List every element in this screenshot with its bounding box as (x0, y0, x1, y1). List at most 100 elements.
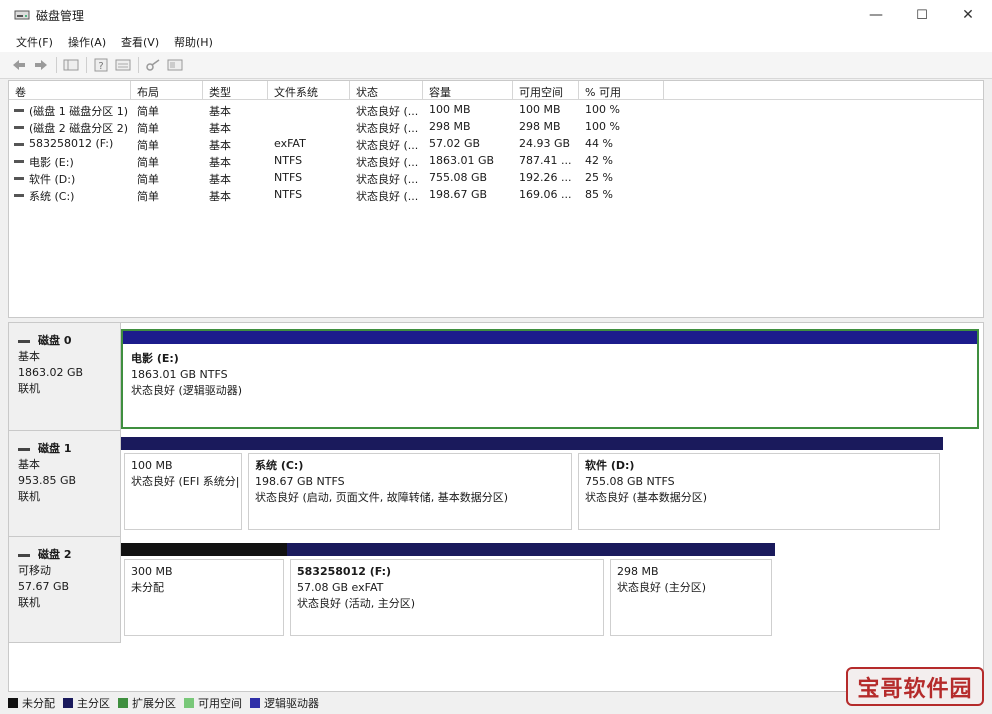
column-header-volume[interactable]: 卷 (9, 81, 131, 100)
table-row[interactable]: 系统 (C:) 简单 基本 NTFS 状态良好 (... 198.67 GB 1… (9, 186, 669, 203)
cell-percent-free: 100 % (585, 103, 620, 116)
partition-size: 298 MB (617, 565, 659, 578)
cell-capacity: 1863.01 GB (429, 154, 495, 167)
disk-0-label[interactable]: 磁盘 0 基本 1863.02 GB 联机 (9, 323, 121, 431)
disk-size: 1863.02 GB (18, 366, 84, 379)
help-icon[interactable]: ? (92, 56, 110, 74)
properties-icon[interactable] (114, 56, 132, 74)
table-row[interactable]: 583258012 (F:) 简单 基本 exFAT 状态良好 (... 57.… (9, 135, 669, 152)
cell-layout: 简单 (137, 190, 159, 203)
toolbar-separator (138, 57, 139, 73)
disk-management-icon (14, 9, 30, 21)
disk-name: 磁盘 2 (38, 548, 72, 561)
disk-size: 57.67 GB (18, 580, 70, 593)
legend-item-free-space: 可用空间 (184, 695, 242, 711)
minimize-button[interactable]: — (853, 0, 899, 30)
toolbar-separator (56, 57, 57, 73)
title-bar: 磁盘管理 — ☐ ✕ (0, 0, 992, 30)
console-tree-icon[interactable] (62, 56, 80, 74)
forward-arrow-icon[interactable] (32, 56, 50, 74)
partition-efi[interactable]: 100 MB 状态良好 (EFI 系统分| (121, 437, 245, 533)
disk-type: 可移动 (18, 564, 51, 577)
volume-icon (14, 109, 24, 112)
column-header-type[interactable]: 类型 (203, 81, 268, 100)
disk-1-label[interactable]: 磁盘 1 基本 953.85 GB 联机 (9, 431, 121, 537)
legend-label: 未分配 (22, 697, 55, 710)
partition-name: 电影 (E:) (131, 352, 179, 365)
disk-status: 联机 (18, 490, 40, 503)
toolbar-separator (86, 57, 87, 73)
menu-help[interactable]: 帮助(H) (174, 34, 213, 50)
column-header-layout[interactable]: 布局 (131, 81, 203, 100)
volume-icon (14, 194, 24, 197)
watermark-logo: 宝哥软件园 (846, 667, 984, 706)
cell-filesystem: NTFS (274, 171, 303, 184)
cell-filesystem: NTFS (274, 188, 303, 201)
maximize-button[interactable]: ☐ (899, 0, 945, 30)
cell-type: 基本 (209, 139, 231, 152)
back-arrow-icon[interactable] (10, 56, 28, 74)
partition-size: 100 MB (131, 459, 173, 472)
table-row[interactable]: 电影 (E:) 简单 基本 NTFS 状态良好 (... 1863.01 GB … (9, 152, 669, 169)
column-header-filesystem[interactable]: 文件系统 (268, 81, 350, 100)
cell-layout: 简单 (137, 173, 159, 186)
column-header-free-space[interactable]: 可用空间 (513, 81, 579, 100)
menu-action[interactable]: 操作(A) (68, 34, 106, 50)
partition-status: 状态良好 (主分区) (617, 581, 707, 594)
disk-map: 磁盘 0 基本 1863.02 GB 联机 电影 (E:) 1863.01 GB… (8, 322, 984, 692)
partition-color-bar (245, 437, 575, 450)
table-row[interactable]: (磁盘 2 磁盘分区 2) 简单 基本 状态良好 (... 298 MB 298… (9, 118, 669, 135)
column-header-capacity[interactable]: 容量 (423, 81, 513, 100)
cell-free-space: 100 MB (519, 103, 561, 116)
partition-color-bar (607, 543, 775, 556)
window-title: 磁盘管理 (36, 9, 85, 23)
legend-label: 主分区 (77, 697, 110, 710)
menu-file[interactable]: 文件(F) (16, 34, 53, 50)
cell-percent-free: 25 % (585, 171, 613, 184)
cell-free-space: 192.26 ... (519, 171, 572, 184)
column-header-status[interactable]: 状态 (350, 81, 423, 100)
partition-d[interactable]: 软件 (D:) 755.08 GB NTFS 状态良好 (基本数据分区) (575, 437, 943, 533)
partition-status: 状态良好 (活动, 主分区) (297, 597, 416, 610)
key-icon[interactable] (144, 56, 162, 74)
cell-capacity: 755.08 GB (429, 171, 488, 184)
partition-status: 状态良好 (EFI 系统分| (131, 475, 240, 488)
legend-label: 扩展分区 (132, 697, 176, 710)
partition-unallocated[interactable]: 300 MB 未分配 (121, 543, 287, 639)
close-button[interactable]: ✕ (945, 0, 991, 30)
partition-color-bar (121, 437, 245, 450)
column-header-percent-free[interactable]: % 可用 (579, 81, 664, 100)
cell-capacity: 298 MB (429, 120, 471, 133)
cell-free-space: 787.41 ... (519, 154, 572, 167)
cell-volume: 系统 (C:) (29, 190, 75, 203)
cell-volume: 软件 (D:) (29, 173, 76, 186)
cell-filesystem: exFAT (274, 137, 306, 150)
disk-2-label[interactable]: 磁盘 2 可移动 57.67 GB 联机 (9, 537, 121, 643)
partition-color-bar (575, 437, 943, 450)
legend-swatch (63, 698, 73, 708)
cell-capacity: 100 MB (429, 103, 471, 116)
disk-icon (18, 553, 30, 557)
cell-status: 状态良好 (... (356, 173, 419, 186)
legend: 未分配 主分区 扩展分区 可用空间 逻辑驱动器 (8, 695, 327, 711)
cell-status: 状态良好 (... (356, 190, 419, 203)
view-icon[interactable] (166, 56, 184, 74)
partition-e[interactable]: 电影 (E:) 1863.01 GB NTFS 状态良好 (逻辑驱动器) (121, 329, 979, 429)
menu-bar: 文件(F) 操作(A) 查看(V) 帮助(H) (0, 30, 992, 52)
partition-primary[interactable]: 298 MB 状态良好 (主分区) (607, 543, 775, 639)
partition-c[interactable]: 系统 (C:) 198.67 GB NTFS 状态良好 (启动, 页面文件, 故… (245, 437, 575, 533)
table-row[interactable]: (磁盘 1 磁盘分区 1) 简单 基本 状态良好 (... 100 MB 100… (9, 101, 669, 118)
partition-name: 软件 (D:) (585, 459, 635, 472)
table-row[interactable]: 软件 (D:) 简单 基本 NTFS 状态良好 (... 755.08 GB 1… (9, 169, 669, 186)
partition-f[interactable]: 583258012 (F:) 57.08 GB exFAT 状态良好 (活动, … (287, 543, 607, 639)
cell-volume: 583258012 (F:) (29, 137, 114, 150)
partition-status: 状态良好 (基本数据分区) (585, 491, 708, 504)
partition-name: 583258012 (F:) (297, 565, 392, 578)
menu-view[interactable]: 查看(V) (121, 34, 159, 50)
cell-type: 基本 (209, 122, 231, 135)
volume-list: 卷 布局 类型 文件系统 状态 容量 可用空间 % 可用 (磁盘 1 磁盘分区 … (8, 80, 984, 318)
cell-status: 状态良好 (... (356, 156, 419, 169)
cell-free-space: 24.93 GB (519, 137, 571, 150)
disk-name: 磁盘 0 (38, 334, 72, 347)
disk-name: 磁盘 1 (38, 442, 72, 455)
